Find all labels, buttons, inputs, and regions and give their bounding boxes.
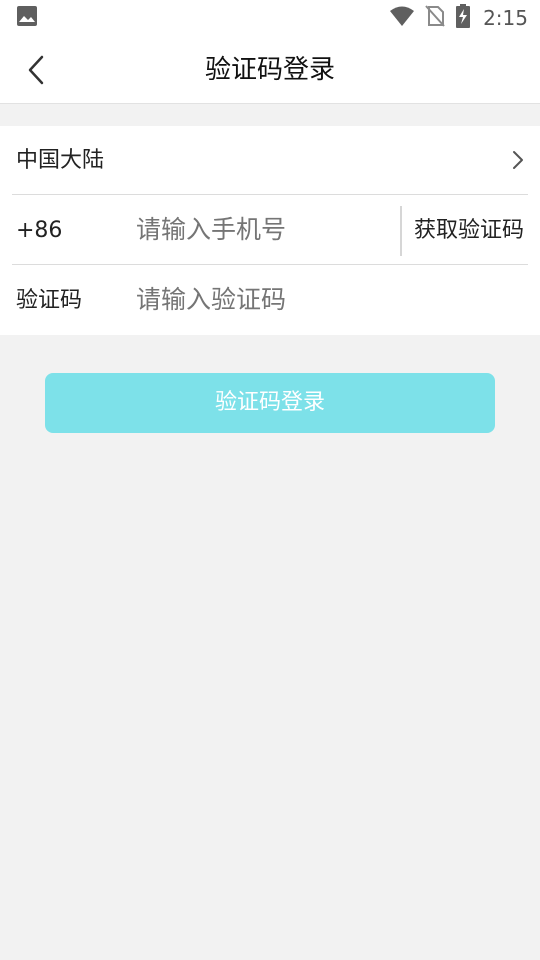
no-sim-icon <box>425 5 445 31</box>
get-code-button[interactable]: 获取验证码 <box>414 196 524 265</box>
status-bar: 2:15 <box>0 0 540 36</box>
status-time: 2:15 <box>483 6 528 30</box>
chevron-right-icon <box>513 151 523 169</box>
region-label: 中国大陆 <box>16 148 105 173</box>
phone-input[interactable] <box>136 196 398 265</box>
country-code: +86 <box>16 218 63 243</box>
code-label: 验证码 <box>16 288 83 313</box>
login-button[interactable]: 验证码登录 <box>45 373 495 433</box>
battery-charging-icon <box>455 4 471 32</box>
image-icon <box>16 5 38 31</box>
region-selector[interactable]: 中国大陆 <box>12 126 528 195</box>
vertical-divider <box>400 206 402 256</box>
page-title: 验证码登录 <box>204 55 335 85</box>
wifi-icon <box>389 5 415 31</box>
code-input[interactable] <box>136 266 496 335</box>
phone-row: +86 获取验证码 <box>12 196 528 265</box>
app-header: 验证码登录 <box>0 36 540 104</box>
login-form: 中国大陆 +86 获取验证码 验证码 <box>0 126 540 335</box>
status-icons: 2:15 <box>389 4 528 32</box>
code-row: 验证码 <box>12 266 528 335</box>
